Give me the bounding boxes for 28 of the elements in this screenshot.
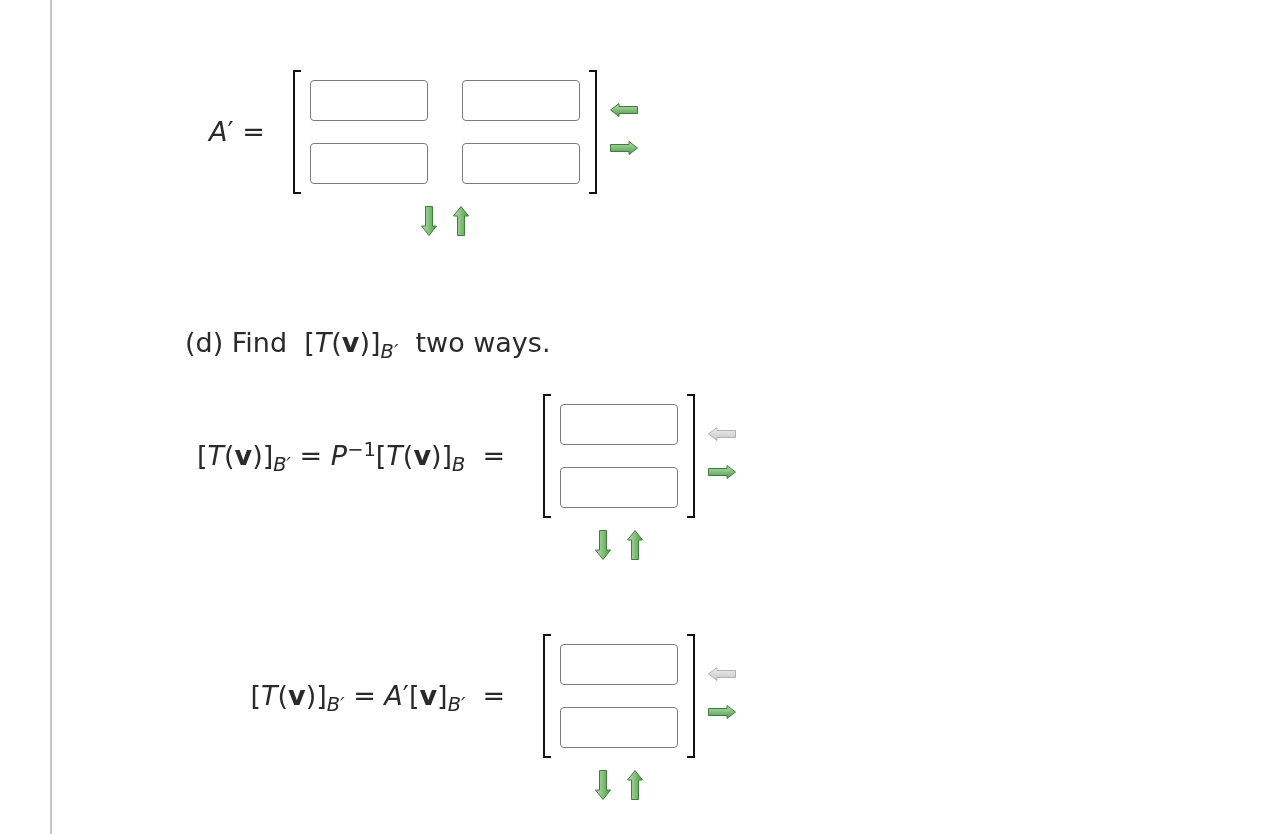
left-bracket-icon [543,634,552,758]
up-arrow-icon[interactable] [452,206,469,236]
left-bracket-icon [543,394,552,518]
up-arrow-icon[interactable] [627,770,644,800]
right-arrow-icon[interactable] [609,140,638,155]
left-arrow-icon[interactable] [609,102,638,117]
right-bracket-icon [687,634,696,758]
matrix-entry-field[interactable] [560,707,679,748]
matrix-entry-field[interactable] [309,80,428,121]
right-bracket-icon [687,394,696,518]
matrix-entry-field[interactable] [309,143,428,184]
equation-label: A′ = [209,116,265,148]
right-arrow-icon[interactable] [708,464,737,479]
right-arrow-icon[interactable] [708,704,737,719]
matrix-entry-field[interactable] [560,644,679,685]
down-arrow-icon[interactable] [595,770,612,800]
equation-label: [T(v)]$_{B′}$ = P$^{−1}$[T(v)]$_{B}$ = [197,440,506,472]
left-bracket-icon [292,70,301,194]
equation-label: [T(v)]$_{B′}$ = A′[v]$_{B′}$ = [250,680,506,712]
question-text: (d) Find [T(v)]$_{B′}$ two ways. [185,327,551,359]
up-arrow-icon[interactable] [627,530,644,560]
down-arrow-icon[interactable] [595,530,612,560]
right-bracket-icon [588,70,597,194]
matrix-entry-field[interactable] [461,143,580,184]
matrix-entry-field[interactable] [560,404,679,445]
matrix-entry-field[interactable] [560,467,679,508]
down-arrow-icon[interactable] [420,206,437,236]
matrix-entry-field[interactable] [461,80,580,121]
